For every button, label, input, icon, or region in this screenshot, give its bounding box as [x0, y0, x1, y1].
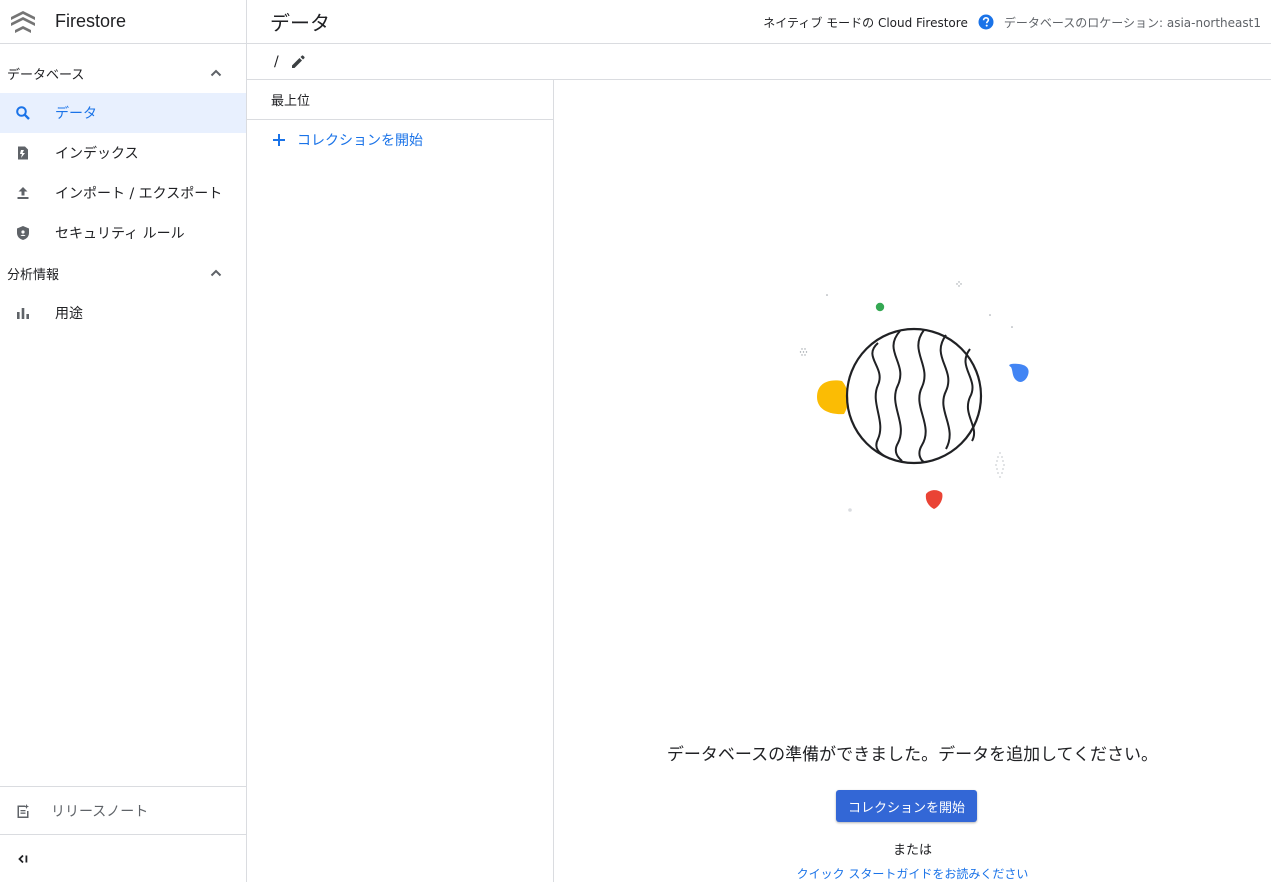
release-notes-label: リリースノート [51, 803, 149, 820]
app-name: Firestore [55, 11, 127, 31]
header-info: ネイティブ モードの Cloud Firestore データベースのロケーション… [763, 0, 1261, 44]
sidebar-item-label: インポート / エクスポート [55, 186, 223, 202]
database-location: データベースのロケーション: asia-northeast1 [1003, 15, 1261, 30]
sidebar-item-label: セキュリティ ルール [55, 226, 185, 242]
path-breadcrumb: / [247, 44, 1271, 80]
green-dot [875, 302, 885, 312]
sidebar-item-label: 用途 [55, 306, 83, 322]
collapse-sidebar-button[interactable] [0, 834, 246, 882]
database-mode: ネイティブ モードの Cloud Firestore [763, 15, 968, 30]
sidebar: Firestore データベース データ インデックス インポート / エクスポ [0, 0, 247, 882]
section-title: データベース [7, 67, 85, 83]
help-icon[interactable] [978, 14, 994, 30]
firestore-logo-icon [11, 10, 35, 33]
release-notes-link[interactable]: リリースノート [0, 786, 246, 834]
top-header: データ ネイティブ モードの Cloud Firestore データベースのロケ… [247, 0, 1271, 44]
shield-icon [14, 224, 32, 242]
release-notes-icon [14, 802, 32, 820]
start-collection-link[interactable]: コレクションを開始 [247, 120, 553, 160]
sidebar-item-import-export[interactable]: インポート / エクスポート [0, 173, 246, 213]
yellow-blob [817, 380, 849, 415]
sidebar-item-indexes[interactable]: インデックス [0, 133, 246, 173]
section-database-header[interactable]: データベース [0, 53, 246, 93]
start-collection-label: コレクションを開始 [297, 133, 423, 149]
brand: Firestore [0, 0, 246, 44]
firestore-console: Firestore データベース データ インデックス インポート / エクスポ [0, 0, 1271, 882]
collapse-icon [14, 850, 32, 868]
section-insights-header[interactable]: 分析情報 [0, 253, 246, 293]
search-icon [14, 104, 32, 122]
bar-chart-icon [14, 304, 32, 322]
chevron-up-icon[interactable] [206, 263, 226, 283]
sidebar-item-label: インデックス [55, 146, 139, 162]
index-icon [14, 144, 32, 162]
sidebar-item-label: データ [55, 106, 97, 122]
empty-state-panel: データベースの準備ができました。データを追加してください。 コレクションを開始 … [554, 80, 1271, 882]
edit-path-icon[interactable] [289, 53, 307, 71]
sidebar-item-security-rules[interactable]: セキュリティ ルール [0, 213, 246, 253]
chevron-up-icon[interactable] [206, 63, 226, 83]
section-title: 分析情報 [7, 267, 60, 283]
empty-database-illustration [799, 281, 1029, 512]
root-path[interactable]: / [274, 54, 279, 70]
quick-start-guide-link[interactable]: クイック スタートガイドをお読みください [554, 865, 1271, 882]
sidebar-item-usage[interactable]: 用途 [0, 293, 246, 333]
blue-blob [1009, 363, 1029, 382]
sidebar-item-data[interactable]: データ [0, 93, 246, 133]
ready-message: データベースの準備ができました。データを追加してください。 [666, 745, 1159, 765]
red-blob [925, 490, 943, 509]
page-title: データ [270, 11, 330, 35]
plus-icon [273, 134, 285, 146]
root-column: 最上位 コレクションを開始 [247, 80, 554, 882]
or-label: または [892, 843, 932, 858]
start-collection-button[interactable]: コレクションを開始 [836, 790, 977, 822]
column-header: 最上位 [247, 80, 553, 120]
upload-icon [14, 184, 32, 202]
